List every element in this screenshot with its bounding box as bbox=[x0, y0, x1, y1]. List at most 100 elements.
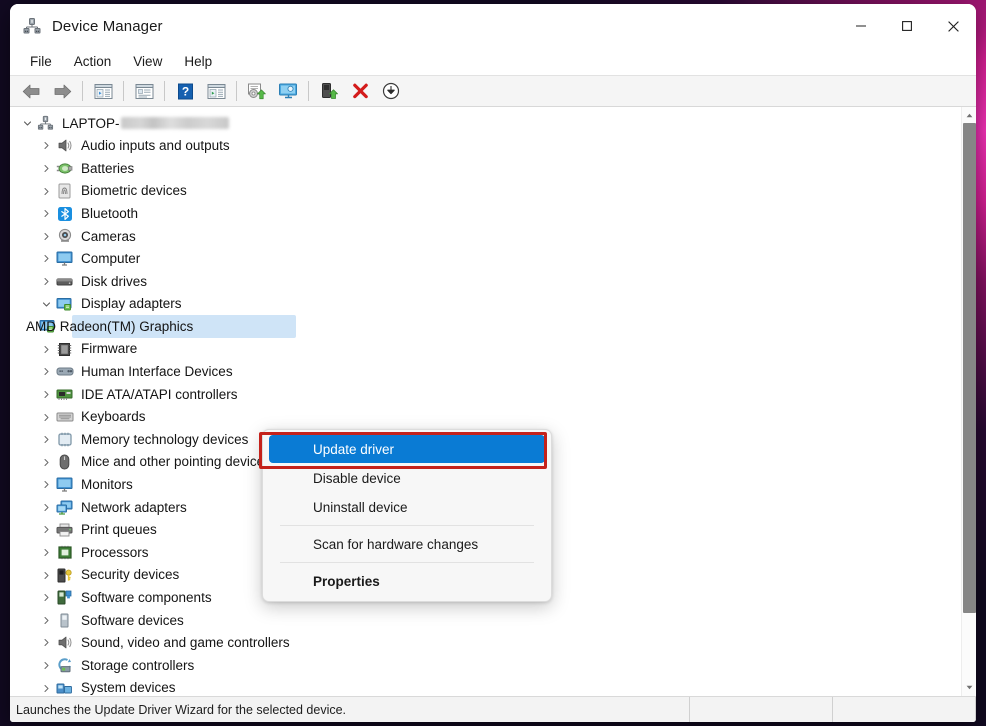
toolbar-separator bbox=[308, 81, 309, 101]
chevron-right-icon[interactable] bbox=[38, 254, 55, 263]
enable-device-icon[interactable] bbox=[314, 78, 344, 104]
device-tree[interactable]: LAPTOP- Audio inputs and outputs Batteri… bbox=[10, 107, 961, 696]
device-manager-icon bbox=[22, 16, 42, 36]
chevron-right-icon[interactable] bbox=[38, 209, 55, 218]
tree-item-cameras[interactable]: Cameras bbox=[10, 225, 961, 248]
hid-icon bbox=[55, 363, 74, 380]
tree-item-label: Print queues bbox=[81, 522, 157, 538]
properties-icon[interactable] bbox=[129, 78, 159, 104]
chevron-right-icon[interactable] bbox=[38, 638, 55, 647]
tree-item-label: AMD Radeon(TM) Graphics bbox=[26, 318, 194, 334]
back-icon[interactable] bbox=[16, 78, 46, 104]
menu-help[interactable]: Help bbox=[173, 51, 223, 72]
chevron-right-icon[interactable] bbox=[38, 458, 55, 467]
tree-item-software-devices[interactable]: Software devices bbox=[10, 609, 961, 632]
firmware-icon bbox=[55, 341, 74, 358]
computer-name-text: LAPTOP- bbox=[62, 115, 120, 131]
monitor-icon bbox=[55, 250, 74, 267]
title-bar: Device Manager bbox=[10, 4, 976, 48]
chevron-right-icon[interactable] bbox=[38, 571, 55, 580]
tree-item-label: Monitors bbox=[81, 477, 133, 493]
tree-item-label: IDE ATA/ATAPI controllers bbox=[81, 386, 238, 402]
tree-item-label: Cameras bbox=[81, 228, 136, 244]
update-driver-icon[interactable] bbox=[242, 78, 272, 104]
chevron-right-icon[interactable] bbox=[38, 345, 55, 354]
forward-icon[interactable] bbox=[47, 78, 77, 104]
tree-item-ide-ata-atapi-controllers[interactable]: IDE ATA/ATAPI controllers bbox=[10, 383, 961, 406]
tree-item-label: Display adapters bbox=[81, 296, 182, 312]
chevron-right-icon[interactable] bbox=[38, 187, 55, 196]
tree-item-human-interface-devices[interactable]: Human Interface Devices bbox=[10, 361, 961, 384]
context-menu[interactable]: Update driver Disable device Uninstall d… bbox=[262, 429, 552, 602]
tree-item-disk-drives[interactable]: Disk drives bbox=[10, 270, 961, 293]
tree-item-label: Software components bbox=[81, 590, 212, 606]
chevron-down-icon[interactable] bbox=[38, 300, 55, 309]
window-title: Device Manager bbox=[52, 17, 163, 35]
context-menu-item-disable-device[interactable]: Disable device bbox=[269, 464, 545, 492]
scroll-down-arrow-icon[interactable] bbox=[962, 680, 976, 695]
tree-item-label: Bluetooth bbox=[81, 205, 139, 221]
vertical-scrollbar[interactable] bbox=[961, 107, 976, 696]
tree-item-label: Memory technology devices bbox=[81, 431, 249, 447]
chevron-right-icon[interactable] bbox=[38, 548, 55, 557]
uninstall-device-icon[interactable] bbox=[345, 78, 375, 104]
install-legacy-device-icon[interactable] bbox=[376, 78, 406, 104]
maximize-button[interactable] bbox=[884, 4, 930, 48]
tree-item-label: Disk drives bbox=[81, 273, 148, 289]
tree-item-audio-inputs-and-outputs[interactable]: Audio inputs and outputs bbox=[10, 135, 961, 158]
speaker-icon bbox=[55, 137, 74, 154]
tree-item-system-devices[interactable]: System devices bbox=[10, 677, 961, 696]
show-hide-console-tree-icon[interactable] bbox=[88, 78, 118, 104]
context-menu-item-scan-for-hardware-changes[interactable]: Scan for hardware changes bbox=[269, 530, 545, 558]
chevron-right-icon[interactable] bbox=[38, 232, 55, 241]
tree-item-label: Biometric devices bbox=[81, 183, 187, 199]
chevron-right-icon[interactable] bbox=[38, 164, 55, 173]
tree-item-label: Security devices bbox=[81, 567, 180, 583]
context-menu-item-update-driver[interactable]: Update driver bbox=[269, 435, 545, 463]
menu-action[interactable]: Action bbox=[63, 51, 123, 72]
chevron-right-icon[interactable] bbox=[38, 480, 55, 489]
tree-item-biometric-devices[interactable]: Biometric devices bbox=[10, 180, 961, 203]
scan-hardware-changes-icon[interactable] bbox=[273, 78, 303, 104]
status-pane-2 bbox=[833, 697, 976, 722]
chevron-right-icon[interactable] bbox=[38, 593, 55, 602]
chevron-right-icon[interactable] bbox=[38, 413, 55, 422]
chevron-right-icon[interactable] bbox=[38, 390, 55, 399]
show-details-icon[interactable] bbox=[201, 78, 231, 104]
network-adapter-icon bbox=[55, 499, 74, 516]
menu-file[interactable]: File bbox=[19, 51, 63, 72]
help-icon[interactable]: ? bbox=[170, 78, 200, 104]
toolbar-separator bbox=[164, 81, 165, 101]
context-menu-item-properties[interactable]: Properties bbox=[269, 567, 545, 595]
tree-item-sound-video-and-game-controllers[interactable]: Sound, video and game controllers bbox=[10, 632, 961, 655]
context-menu-item-uninstall-device[interactable]: Uninstall device bbox=[269, 493, 545, 521]
tree-item-computer[interactable]: Computer bbox=[10, 248, 961, 271]
ide-controller-icon bbox=[55, 386, 74, 403]
scroll-up-arrow-icon[interactable] bbox=[962, 108, 976, 123]
tree-item-batteries[interactable]: Batteries bbox=[10, 157, 961, 180]
tree-item-storage-controllers[interactable]: Storage controllers bbox=[10, 654, 961, 677]
chevron-right-icon[interactable] bbox=[38, 525, 55, 534]
tree-item-bluetooth[interactable]: Bluetooth bbox=[10, 202, 961, 225]
chevron-right-icon[interactable] bbox=[38, 435, 55, 444]
window-controls bbox=[838, 4, 976, 48]
minimize-button[interactable] bbox=[838, 4, 884, 48]
chevron-right-icon[interactable] bbox=[38, 503, 55, 512]
chevron-down-icon[interactable] bbox=[19, 119, 36, 128]
tree-item-display-adapters[interactable]: Display adapters bbox=[10, 293, 961, 316]
chevron-right-icon[interactable] bbox=[38, 367, 55, 376]
software-device-icon bbox=[55, 612, 74, 629]
menu-bar: File Action View Help bbox=[10, 48, 976, 75]
chevron-right-icon[interactable] bbox=[38, 141, 55, 150]
chevron-right-icon[interactable] bbox=[38, 684, 55, 693]
tree-item-amd-radeon-graphics[interactable]: AMD Radeon(TM) Graphics bbox=[10, 315, 961, 338]
chevron-right-icon[interactable] bbox=[38, 661, 55, 670]
tree-item-keyboards[interactable]: Keyboards bbox=[10, 406, 961, 429]
close-button[interactable] bbox=[930, 4, 976, 48]
chevron-right-icon[interactable] bbox=[38, 616, 55, 625]
tree-item-firmware[interactable]: Firmware bbox=[10, 338, 961, 361]
scrollbar-thumb[interactable] bbox=[963, 123, 976, 613]
menu-view[interactable]: View bbox=[122, 51, 173, 72]
chevron-right-icon[interactable] bbox=[38, 277, 55, 286]
tree-root-computer[interactable]: LAPTOP- bbox=[10, 112, 961, 135]
